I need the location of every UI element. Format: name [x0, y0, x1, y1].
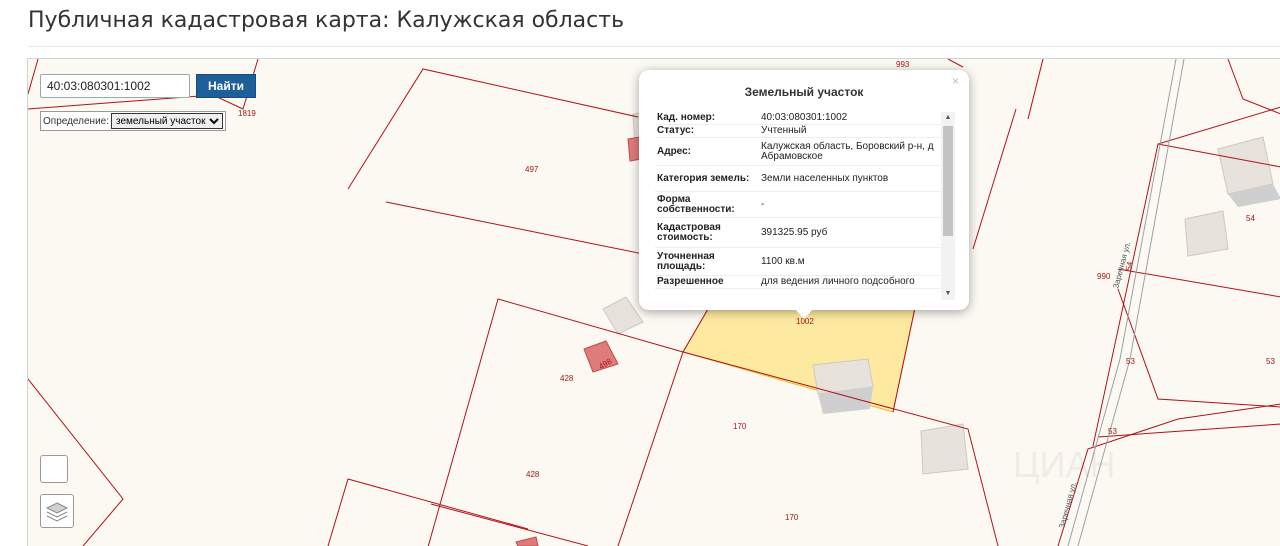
scroll-down-icon[interactable]: ▼	[941, 288, 955, 300]
map-tool-button[interactable]	[40, 455, 68, 483]
row-value: для ведения личного подсобного	[759, 275, 941, 289]
search-bar: Найти	[40, 74, 256, 98]
layers-icon	[45, 502, 69, 522]
parcel-label-1819: 1819	[238, 109, 256, 118]
row-key: Форма собственности:	[655, 191, 759, 218]
row-key: Разрешенное	[655, 275, 759, 289]
cadastral-map[interactable]: 993 1819 497 1002 498 428 428 170 170 99…	[27, 58, 1280, 546]
parcel-label-54: 54	[1246, 214, 1255, 223]
row-key: Адрес:	[655, 137, 759, 166]
row-value: Земли населенных пунктов	[759, 165, 941, 192]
parcel-label-428-top: 428	[560, 374, 574, 383]
map-watermark: ЦИАН	[1013, 444, 1116, 485]
popup-title: Земельный участок	[744, 85, 864, 99]
parcel-info-popup: × Земельный участок Кад. номер: 40:03:080…	[639, 70, 969, 319]
definition-label: Определение:	[43, 115, 110, 127]
definition-control: Определение: земельный участок	[40, 111, 227, 131]
table-row: Форма собственности: -	[655, 191, 941, 218]
table-row: Разрешенное для ведения личного подсобног…	[655, 275, 941, 289]
table-row: Кадастровая стоимость: 391325.95 руб	[655, 217, 941, 248]
row-key: Статус:	[655, 124, 759, 138]
popup-pointer	[795, 309, 813, 319]
row-value: 40:03:080301:1002	[759, 112, 941, 125]
row-key: Кад. номер:	[655, 112, 759, 125]
row-key: Кадастровая стоимость:	[655, 217, 759, 248]
popup-body[interactable]: Кад. номер: 40:03:080301:1002 Статус: Учте…	[655, 112, 955, 300]
parcel-info-table: Кад. номер: 40:03:080301:1002 Статус: Учте…	[655, 112, 941, 289]
parcel-label-497: 497	[525, 165, 539, 174]
parcel-label-428-bottom: 428	[526, 470, 540, 479]
row-value: -	[759, 191, 941, 218]
table-row: Уточненная площадь: 1100 кв.м	[655, 247, 941, 276]
title-divider	[28, 46, 1280, 47]
row-value: 1100 кв.м	[759, 247, 941, 276]
street-label-lower: Заречная ул.	[1057, 481, 1078, 530]
parcel-label-53-lower: 53	[1108, 427, 1117, 436]
row-value: 391325.95 руб	[759, 217, 941, 248]
definition-select[interactable]: земельный участок	[111, 113, 224, 129]
table-row: Адрес: Калужская область, Боровский р-н, …	[655, 137, 941, 166]
table-row: Статус: Учтенный	[655, 124, 941, 138]
scroll-thumb[interactable]	[943, 126, 953, 236]
search-button[interactable]: Найти	[196, 74, 256, 98]
row-value: Учтенный	[759, 124, 941, 138]
table-row: Категория земель: Земли населенных пункто…	[655, 165, 941, 192]
parcel-label-170-bottom: 170	[785, 513, 799, 522]
highlighted-buildings	[515, 136, 643, 546]
row-key: Категория земель:	[655, 165, 759, 192]
table-row: Кад. номер: 40:03:080301:1002	[655, 112, 941, 125]
row-key: Уточненная площадь:	[655, 247, 759, 276]
cadastral-number-input[interactable]	[40, 74, 190, 98]
row-value: Калужская область, Боровский р-н, д Абра…	[759, 137, 941, 166]
parcel-label-170-top: 170	[733, 422, 747, 431]
parcel-label-53-right: 53	[1266, 357, 1275, 366]
parcel-label-990: 990	[1097, 272, 1111, 281]
parcel-label-53-left: 53	[1126, 357, 1135, 366]
popup-scrollbar[interactable]: ▲ ▼	[941, 112, 955, 300]
parcel-label-993: 993	[896, 60, 910, 69]
page-title: Публичная кадастровая карта: Калужская о…	[28, 8, 625, 33]
scroll-up-icon[interactable]: ▲	[941, 112, 955, 124]
layers-button[interactable]	[40, 494, 74, 528]
